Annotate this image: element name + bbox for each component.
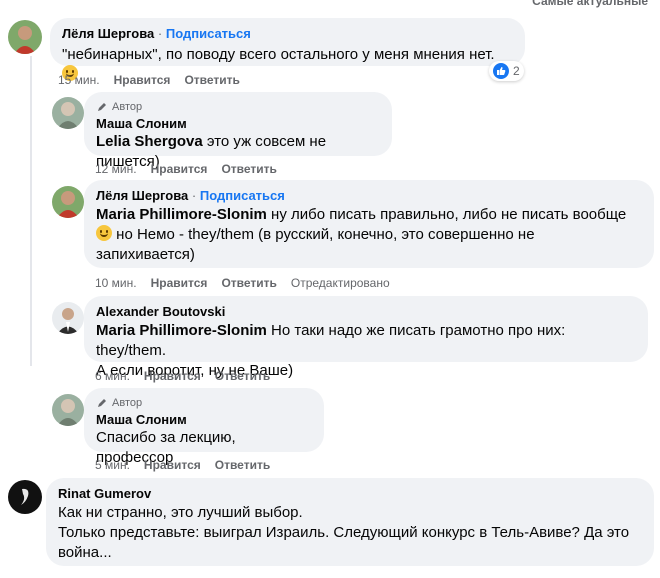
comment-author[interactable]: Лёля Шергова — [62, 26, 154, 41]
reply-button[interactable]: Ответить — [221, 275, 276, 291]
comment-time[interactable]: 10 мин. — [95, 275, 137, 291]
pen-icon — [98, 103, 106, 111]
subscribe-link[interactable]: Подписаться — [166, 26, 251, 41]
reaction-summary[interactable]: 2 — [489, 61, 524, 81]
like-button[interactable]: Нравится — [114, 72, 171, 88]
like-button[interactable]: Нравится — [151, 275, 208, 291]
reaction-count: 2 — [513, 64, 520, 78]
subscribe-link[interactable]: Подписаться — [200, 188, 285, 203]
comment-actions: 5 мин. Нравится Ответить — [95, 457, 284, 473]
comment-text-line: война... — [58, 544, 112, 561]
comment-text-line: ну либо писать правильно, либо не писать… — [266, 206, 627, 223]
comment-author[interactable]: Rinat Gumerov — [58, 486, 642, 502]
edited-label[interactable]: Отредактировано — [291, 275, 390, 291]
author-badge: Автор — [96, 100, 380, 114]
reply-button[interactable]: Ответить — [221, 161, 276, 177]
comment-bubble: Лёля Шергова · Подписаться Maria Phillim… — [84, 180, 654, 268]
comment-bubble: Автор Маша Слоним Спасибо за лекцию, про… — [84, 388, 324, 466]
comment-author[interactable]: Маша Слоним — [96, 116, 380, 132]
avatar[interactable] — [8, 480, 42, 514]
comment-text-line: Только представьте: выиграл Израиль. Сле… — [58, 524, 630, 541]
comment-text-line: запихивается) — [96, 246, 195, 263]
author-badge: Автор — [96, 396, 312, 410]
comment-bubble: Лёля Шергова · Подписаться "небинарных",… — [50, 18, 525, 81]
reply-button[interactable]: Ответить — [215, 368, 270, 384]
mention-link[interactable]: Maria Phillimore-Slonim — [96, 322, 267, 339]
like-button[interactable]: Нравится — [144, 457, 201, 473]
thread-line — [30, 56, 32, 366]
like-button[interactable]: Нравится — [151, 161, 208, 177]
comment-author[interactable]: Маша Слоним — [96, 412, 312, 428]
pen-icon — [98, 399, 106, 407]
avatar[interactable] — [52, 97, 84, 129]
avatar[interactable] — [52, 394, 84, 426]
comment-time[interactable]: 6 мин. — [95, 368, 130, 384]
comment-bubble: Автор Маша Слоним Lelia Shergova это уж … — [84, 92, 392, 170]
mention-link[interactable]: Maria Phillimore-Slonim — [96, 206, 267, 223]
comment-actions: 6 мин. Нравится Ответить — [95, 368, 284, 384]
comment-text-line: Как ни странно, это лучший выбор. — [58, 504, 303, 521]
comment-author[interactable]: Alexander Boutovski — [96, 304, 636, 320]
comment-actions: 15 мин. Нравится Ответить — [58, 72, 254, 88]
comment-time[interactable]: 12 мин. — [95, 161, 137, 177]
reply-button[interactable]: Ответить — [215, 457, 270, 473]
comment-actions: 10 мин. Нравится Ответить Отредактирован… — [95, 275, 404, 291]
avatar[interactable] — [52, 302, 84, 334]
avatar[interactable] — [8, 20, 42, 54]
comment-time[interactable]: 15 мин. — [58, 72, 100, 88]
avatar[interactable] — [52, 186, 84, 218]
sort-label[interactable]: Самые актуальные — [532, 0, 648, 8]
comment-actions: 12 мин. Нравится Ответить — [95, 161, 291, 177]
like-button[interactable]: Нравится — [144, 368, 201, 384]
smile-emoji-icon — [96, 225, 112, 241]
comment-bubble: Rinat Gumerov Как ни странно, это лучший… — [46, 478, 654, 566]
like-reaction-icon — [493, 63, 509, 79]
comment-text: "небинарных", по поводу всего остального… — [62, 46, 495, 63]
mention-link[interactable]: Lelia Shergova — [96, 133, 203, 150]
comment-bubble: Alexander Boutovski Maria Phillimore-Slo… — [84, 296, 648, 379]
comment-time[interactable]: 5 мин. — [95, 457, 130, 473]
reply-button[interactable]: Ответить — [184, 72, 239, 88]
comment-author[interactable]: Лёля Шергова — [96, 188, 188, 203]
comment-text-line: но Немо - they/them (в русский, конечно,… — [112, 226, 535, 243]
